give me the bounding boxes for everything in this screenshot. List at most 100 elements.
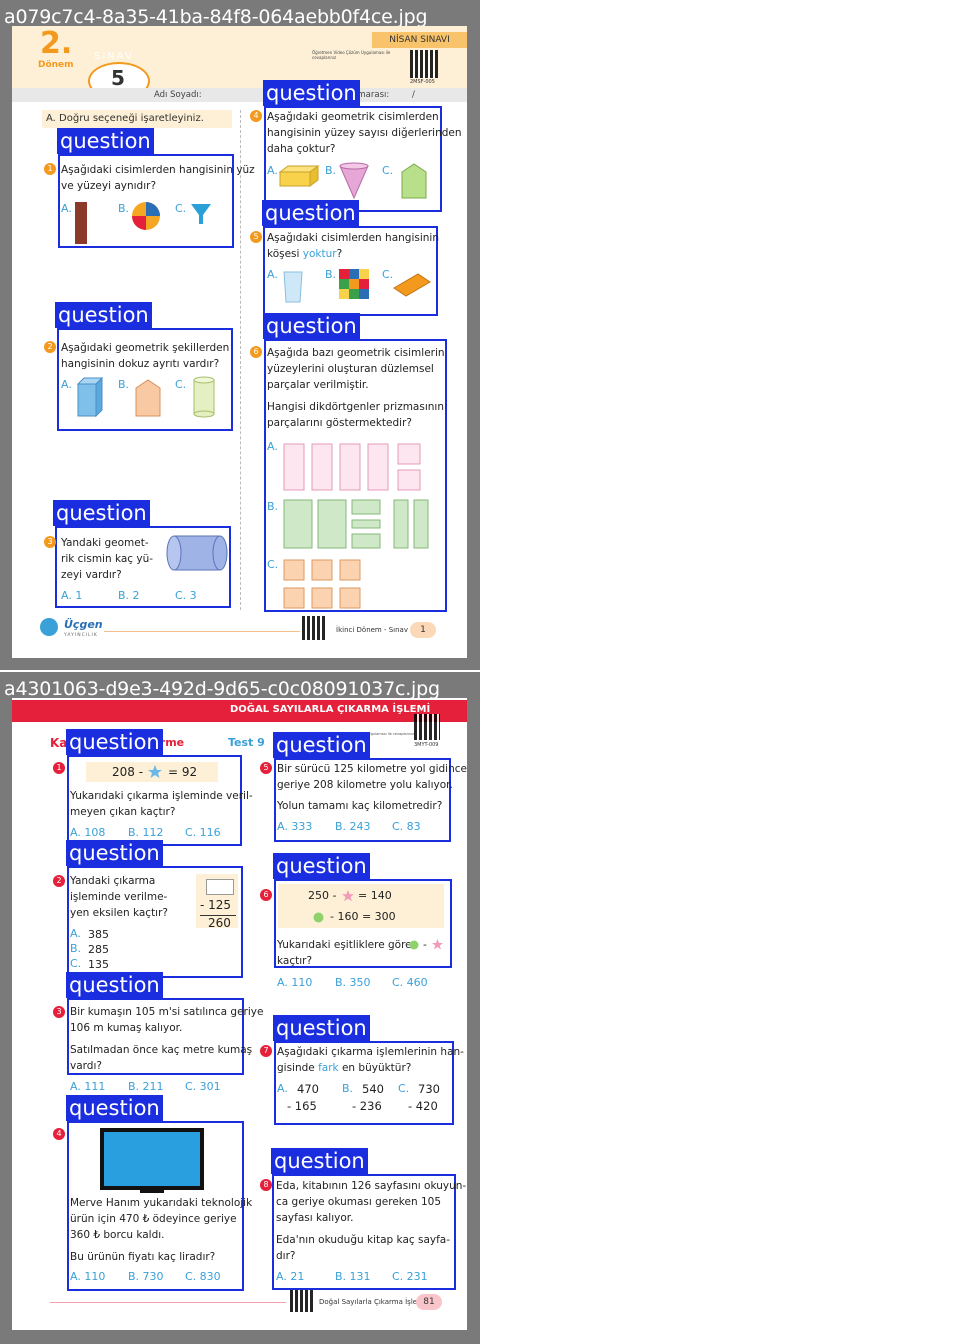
p2-q7-text-line-2: gisinde fark en büyüktür? [277,1060,411,1076]
footer-page-number: 1 [410,622,436,638]
page-2: a4301063-d9e3-492d-9d65-c0c08091037c.jpg… [0,672,480,1344]
p2-q7-c-subtrahend: - 420 [408,1099,438,1113]
q3-option-b[interactable]: B. 2 [118,589,140,602]
q4-text-line-3: daha çoktur? [267,143,336,155]
exam-name: NİSAN SINAVI [372,32,467,48]
p2-q3-option-a[interactable]: A. 111 [70,1080,105,1093]
p2-q2-option-a[interactable]: A. [70,927,81,940]
p2-q5-option-c[interactable]: C. 83 [392,820,421,833]
term-number: 2. [40,26,73,61]
option-b-net-pieces [283,499,429,549]
p2-q8-option-b[interactable]: B. 131 [335,1270,371,1283]
pentagonal-prism-icon [135,379,161,417]
p2-q1-text-line-1: Yukarıdaki çıkarma işleminde veril- [70,790,253,802]
footer-label: İkinci Dönem - Sınav 5 [336,626,415,634]
test-number: Test 9 [228,736,265,749]
p2-q4-text-line-2: ürün için 470 ₺ ödeyince geriye [70,1213,237,1225]
star-icon [148,765,162,778]
p2-q8-option-c[interactable]: C. 231 [392,1270,428,1283]
p2-q1-option-c[interactable]: C. 116 [185,826,221,839]
p2-question-label-7: question [273,1015,370,1041]
p2-q4-option-a[interactable]: A. 110 [70,1270,105,1283]
q4-option-c[interactable]: C. [382,164,393,177]
p2-q8-option-a[interactable]: A. 21 [276,1270,304,1283]
p2-q6-text-minus: - [423,939,427,951]
p2-q7-c-minuend: 730 [418,1082,440,1096]
q1-option-c[interactable]: C. [175,202,186,215]
p2-q6-text2: kaçtır? [277,955,313,967]
p2-q4-option-c[interactable]: C. 830 [185,1270,221,1283]
page-2-header-title: DOĞAL SAYILARLA ÇIKARMA İŞLEMİ [230,704,431,715]
q4-option-b[interactable]: B. [325,164,336,177]
question-number-3: 3 [44,536,56,548]
q5-option-b[interactable]: B. [325,268,336,281]
q3-option-c[interactable]: C. 3 [175,589,197,602]
p2-question-number-5: 5 [260,762,272,774]
cylinder-icon [193,376,215,418]
p2-q7-b-minuend: 540 [362,1082,384,1096]
q6-option-b[interactable]: B. [267,500,278,513]
q1-option-a[interactable]: A. [61,202,72,215]
exam-number: 5 [111,66,125,90]
p2-q2-option-c[interactable]: C. [70,957,81,970]
number-slash: / [412,90,415,100]
qr-code-icon [410,50,438,78]
q1-option-b[interactable]: B. [118,202,129,215]
page-2-footer-line [50,1302,286,1303]
q5-text-line-2: köşesi yoktur? [267,246,342,262]
p2-q2-text-line-3: yen eksilen kaçtır? [70,907,168,919]
term-word: Dönem [38,60,74,70]
p2-q2-option-b[interactable]: B. [70,942,81,955]
p2-q2-text-line-2: işleminde verilme- [70,891,168,903]
p2-q5-option-a[interactable]: A. 333 [277,820,312,833]
p2-q3-text-line-2: 106 m kumaş kalıyor. [70,1022,183,1034]
p2-q6-option-b[interactable]: B. 350 [335,976,371,989]
p2-q7-a-minuend: 470 [297,1082,319,1096]
page-2-qr-icon [414,714,440,740]
q5-option-a[interactable]: A. [267,268,278,281]
p2-q6-eq1-right: = 140 [358,889,392,902]
q2-option-b[interactable]: B. [118,378,129,391]
p2-q8-text2-line-1: Eda'nın okuduğu kitap kaç sayfa- [276,1234,451,1246]
p2-q3-option-c[interactable]: C. 301 [185,1080,221,1093]
rubiks-cube-icon [339,269,369,299]
p2-question-label-4: question [66,1095,163,1121]
q3-option-a[interactable]: A. 1 [61,589,82,602]
eraser-icon [393,273,431,297]
p2-q1-option-b[interactable]: B. 112 [128,826,164,839]
q2-option-c[interactable]: C. [175,378,186,391]
horizontal-cylinder-icon [166,535,228,571]
wooden-log-icon [75,202,87,244]
p2-q4-text-line-3: 360 ₺ borcu kaldı. [70,1229,165,1241]
p2-q8-text-line-2: ca geriye okuması gereken 105 [276,1196,442,1208]
q6-option-c[interactable]: C. [267,558,278,571]
brand-logo-icon [40,618,58,636]
q4-option-a[interactable]: A. [267,164,278,177]
p2-q7-option-b[interactable]: B. [342,1082,353,1095]
question-number-5: 5 [250,231,262,243]
p2-q6-option-a[interactable]: A. 110 [277,976,312,989]
q5-text-prefix: köşesi [267,248,303,260]
question-label-2: question [55,302,152,328]
p2-q3-option-b[interactable]: B. 211 [128,1080,164,1093]
p2-q4-option-b[interactable]: B. 730 [128,1270,164,1283]
p2-q5-option-b[interactable]: B. 243 [335,820,371,833]
p2-q6-option-c[interactable]: C. 460 [392,976,428,989]
p2-question-number-3: 3 [53,1006,65,1018]
page-2-filename: a4301063-d9e3-492d-9d65-c0c08091037c.jpg [4,678,440,700]
question-number-6: 6 [250,346,262,358]
p2-q7-option-c[interactable]: C. [398,1082,409,1095]
brand-sub: YAYINCILIK [64,633,98,638]
q6-option-a[interactable]: A. [267,440,278,453]
p2-question-number-1: 1 [53,762,65,774]
p2-q1-option-a[interactable]: A. 108 [70,826,105,839]
q2-option-a[interactable]: A. [61,378,72,391]
p2-q2-option-a-value: 385 [88,928,109,941]
section-prefix: Ka [50,736,68,750]
q3-text-line-2: rik cismin kaç yü- [61,553,154,565]
p2-q7-option-a[interactable]: A. [277,1082,288,1095]
q5-keyword: yoktur [302,248,337,260]
q4-text-line-1: Aşağıdaki geometrik cisimlerden [267,111,439,123]
q5-text-suffix: ? [336,248,343,260]
question-number-4: 4 [250,110,262,122]
